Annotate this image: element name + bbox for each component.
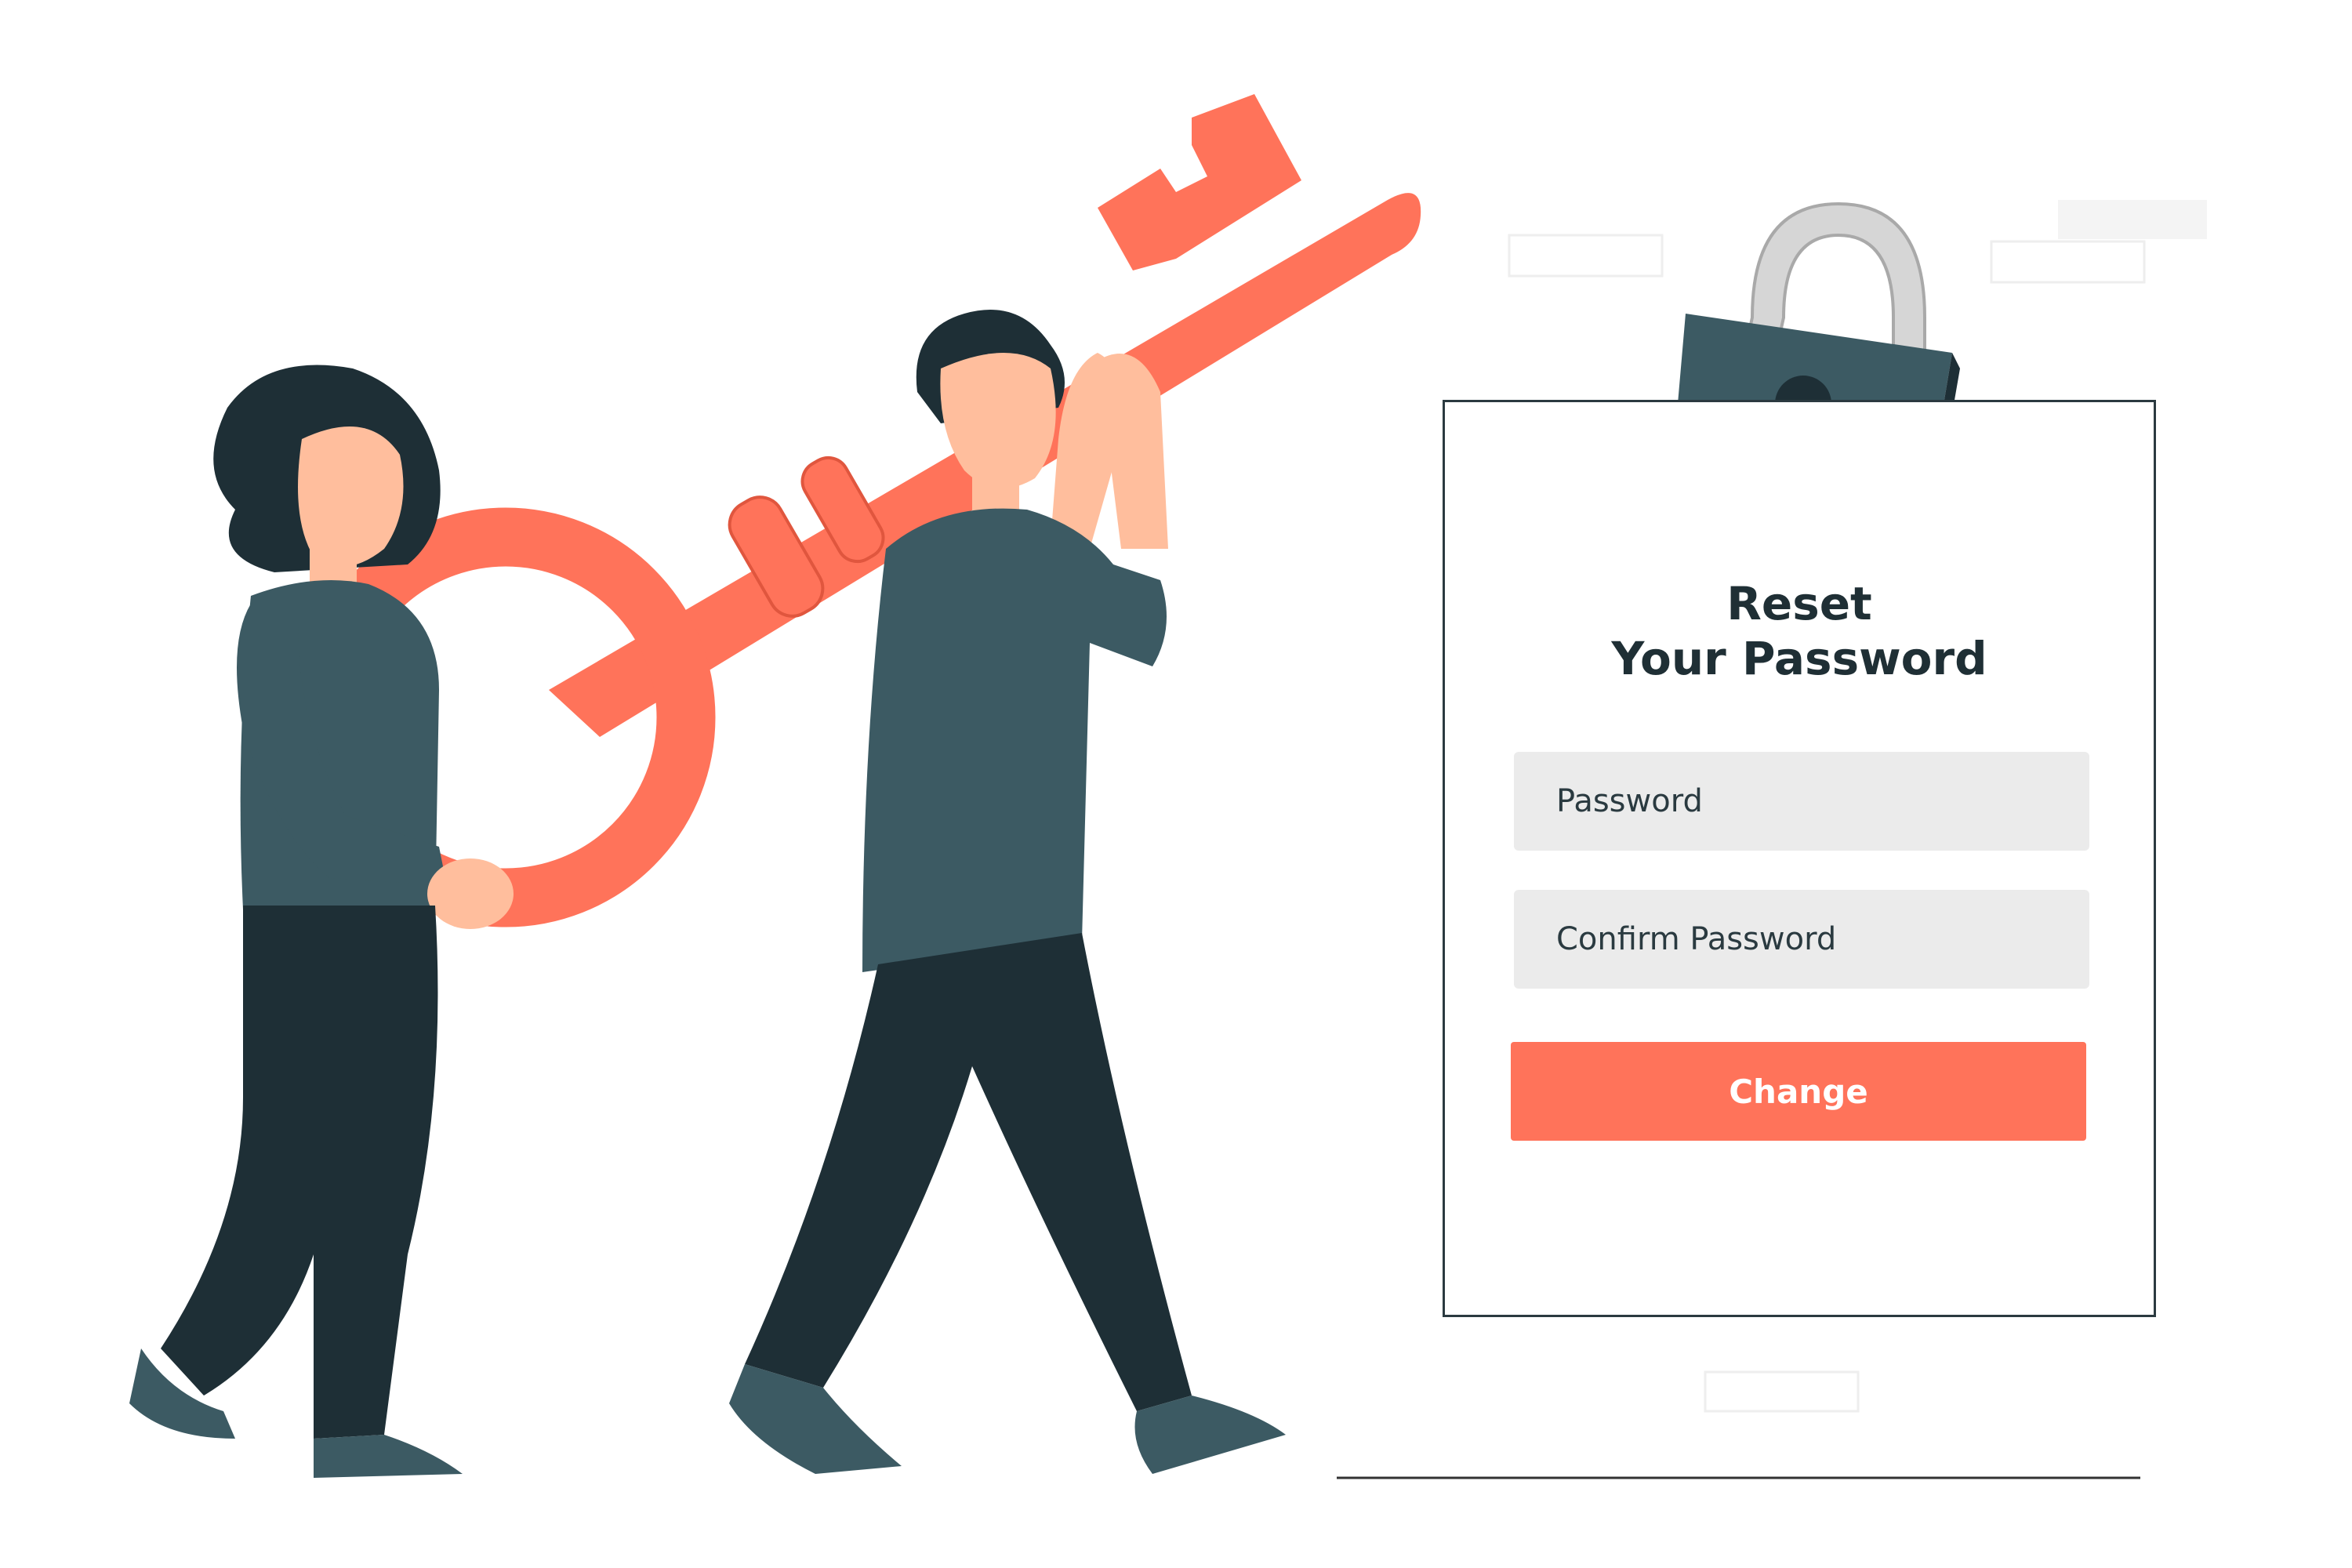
password-placeholder: Password <box>1556 783 1703 819</box>
change-button-label: Change <box>1729 1072 1868 1111</box>
change-button[interactable]: Change <box>1511 1042 2086 1141</box>
deco-rect <box>1990 240 2146 284</box>
password-field[interactable]: Password <box>1514 752 2089 851</box>
title-line-2: Your Password <box>1611 632 1987 685</box>
deco-rect <box>1508 234 1664 278</box>
confirm-password-field[interactable]: Confirm Password <box>1514 890 2089 989</box>
page-title: Reset Your Password <box>1445 576 2154 686</box>
deco-rect <box>1704 1370 1860 1413</box>
confirm-password-placeholder: Confirm Password <box>1556 921 1837 957</box>
deco-rect <box>2058 200 2207 239</box>
reset-password-card: Reset Your Password Password Confirm Pas… <box>1443 400 2156 1317</box>
title-line-1: Reset <box>1726 577 1872 630</box>
